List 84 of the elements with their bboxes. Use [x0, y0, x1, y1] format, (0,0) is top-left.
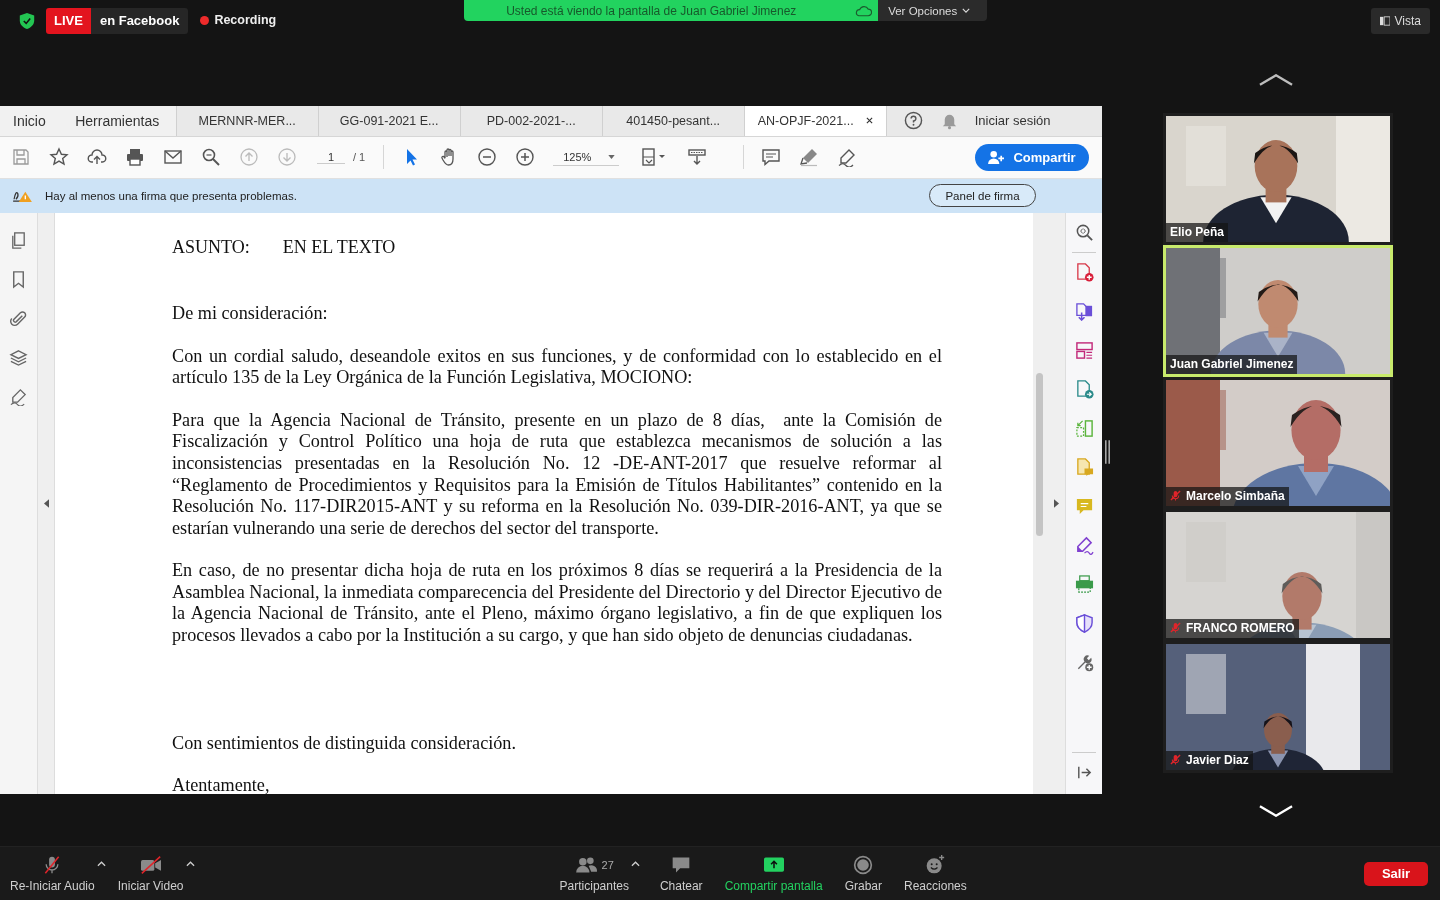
nav-tab[interactable]: Inicio	[0, 105, 59, 136]
options-caret-icon[interactable]	[630, 860, 640, 867]
control-label: Compartir pantalla	[724, 878, 823, 893]
options-button[interactable]: Ver Opciones	[878, 0, 988, 21]
video-button[interactable]: Iniciar Video	[115, 854, 186, 893]
documents-arrow-icon[interactable]	[1074, 301, 1094, 321]
layers-icon[interactable]	[9, 347, 28, 367]
control-label: Grabar	[844, 878, 883, 893]
participants-button[interactable]: 27 Participantes	[557, 854, 631, 893]
print-icon[interactable]	[125, 147, 145, 168]
live-platform: en Facebook	[90, 8, 189, 34]
participant-count: 27	[601, 858, 614, 871]
options-caret-icon[interactable]	[96, 860, 106, 867]
paperclip-icon[interactable]	[9, 308, 28, 328]
zoom-in-icon[interactable]	[515, 147, 536, 168]
participant-name: Javier Diaz	[1186, 752, 1249, 767]
control-label: Participantes	[559, 878, 629, 893]
signature-warning-text: Hay al menos una firma que presenta problemas.	[45, 189, 297, 202]
sign-icon[interactable]	[9, 386, 28, 406]
share-banner-text: Usted está viendo la pantalla de Juan Gabriel Jimenez	[506, 3, 797, 18]
view-button[interactable]: Vista	[1370, 8, 1430, 34]
control-label: Reacciones	[904, 878, 967, 893]
subject-value: EN EL TEXTO	[282, 236, 396, 258]
page-field[interactable]: 1	[317, 150, 345, 164]
splitter-handle[interactable]	[1105, 437, 1110, 466]
caret-icon	[962, 8, 971, 13]
fit-page-icon[interactable]	[641, 147, 668, 168]
options-caret-icon[interactable]	[185, 860, 195, 867]
layout-icon	[1379, 16, 1390, 26]
highlighter-icon[interactable]	[799, 147, 820, 168]
document-plus-icon[interactable]	[1074, 262, 1094, 282]
participant-name: Elio Peña	[1170, 224, 1225, 239]
comment-icon[interactable]	[761, 147, 782, 168]
scroll-down-chevron-icon[interactable]	[1259, 804, 1293, 817]
scroll-up-chevron-icon[interactable]	[1259, 73, 1293, 86]
share-button[interactable]: Compartir pantalla	[722, 854, 825, 893]
collapse-left-icon[interactable]	[43, 498, 49, 508]
document-paragraph: De mi consideración:	[172, 302, 329, 325]
muted-camera-icon	[138, 854, 163, 875]
pen-icon[interactable]	[1074, 535, 1094, 555]
document-paragraph: Para que la Agencia Nacional de Tránsito, presente en un plazo de 8 días, ante la Comisión de Fiscalización y Control Político una hoja de ruta que establezca mecanismos de solución a las inconsistencias presentadas en la Resolución No. 12 -DE-ANT-2017 que resuelve reformar al “Reglamento de Procedimientos y Requisitos para la Emisión de Títulos Habilitantes” contenido en la Resolución No. 117-DIR2015-ANT y su reforma en la Resolución No. 039-DIR-2016-ANT, ya que se estarían vulnerando una serie de derechos del sector del transporte.	[172, 409, 942, 540]
chat-button[interactable]: Chatear	[657, 854, 705, 893]
pages-icon[interactable]	[9, 230, 28, 250]
participant-name: FRANCO ROMERO	[1186, 620, 1295, 635]
document-paragraph: Con un cordial saludo, deseandole exitos en sus funciones, y de conformidad con lo establecido en el artículo 135 de la Ley Orgánica de la Función Legislativa, MOCIONO:	[172, 345, 942, 389]
control-label: Re-Iniciar Audio	[10, 878, 95, 893]
zoom-dropdown[interactable]: 125%	[553, 148, 620, 166]
printer-icon[interactable]	[1074, 574, 1094, 594]
shield-icon[interactable]	[1074, 613, 1094, 633]
leave-button[interactable]: Salir	[1364, 861, 1428, 886]
shield-icon	[19, 12, 35, 30]
nav-tab[interactable]: Herramientas	[58, 105, 177, 136]
subject-label: ASUNTO:	[172, 236, 250, 258]
share-button[interactable]: Compartir	[975, 143, 1089, 171]
document-paragraph: En caso, de no presentar dicha hoja de ruta en los próximos 8 días se requerirá a la Presidencia de la Asamblea Nacional, la inmediata comparecencia del Presidente del Directorio y del Director Ejecutivo de la Agencia Nacional de Tránsito, ante el Pleno, máximo órgano legislativo, a fin de que expliquen los procesos llevados a cabo por la Institución a su cargo, y que han sido objeto de denuncias ciudadanas.	[172, 560, 942, 647]
help-icon[interactable]	[903, 111, 923, 131]
add-person-icon	[988, 149, 1006, 165]
document-paragraph: Con sentimientos de distinguida consideración.	[172, 732, 517, 755]
scrollbar-thumb[interactable]	[1036, 372, 1043, 536]
search-icon[interactable]	[201, 147, 221, 168]
close-icon[interactable]	[865, 117, 873, 125]
cloud-icon	[855, 4, 873, 17]
live-badge: LIVE	[46, 8, 91, 34]
zoom-icon[interactable]	[1074, 222, 1094, 242]
participant-name: Marcelo Simbaña	[1186, 488, 1285, 503]
sign-in-link[interactable]: Iniciar sesión	[974, 105, 1051, 136]
record-button[interactable]: Grabar	[842, 854, 885, 893]
audio-button[interactable]: Re-Iniciar Audio	[8, 854, 97, 893]
control-label: Chatear	[659, 878, 703, 893]
caret-icon	[608, 154, 616, 159]
document-arrow-icon[interactable]	[1074, 379, 1094, 399]
page-total: / 1	[353, 151, 366, 164]
signature-panel-button[interactable]: Panel de firma	[929, 184, 1036, 208]
layout-icon[interactable]	[1074, 340, 1094, 360]
zoom-out-icon[interactable]	[477, 147, 498, 168]
recording-dot-icon	[200, 16, 210, 25]
control-label: Iniciar Video	[117, 878, 184, 893]
star-icon[interactable]	[49, 147, 69, 168]
recording-label: Recording	[214, 13, 277, 27]
document-tab[interactable]: AN-OPJF-2021...	[744, 105, 887, 136]
reactions-button[interactable]: Reacciones	[902, 854, 969, 893]
collapse-right-icon[interactable]	[1053, 498, 1059, 508]
participant-name: Juan Gabriel Jimenez	[1170, 356, 1294, 371]
document-paragraph: Atentamente,	[172, 775, 271, 794]
